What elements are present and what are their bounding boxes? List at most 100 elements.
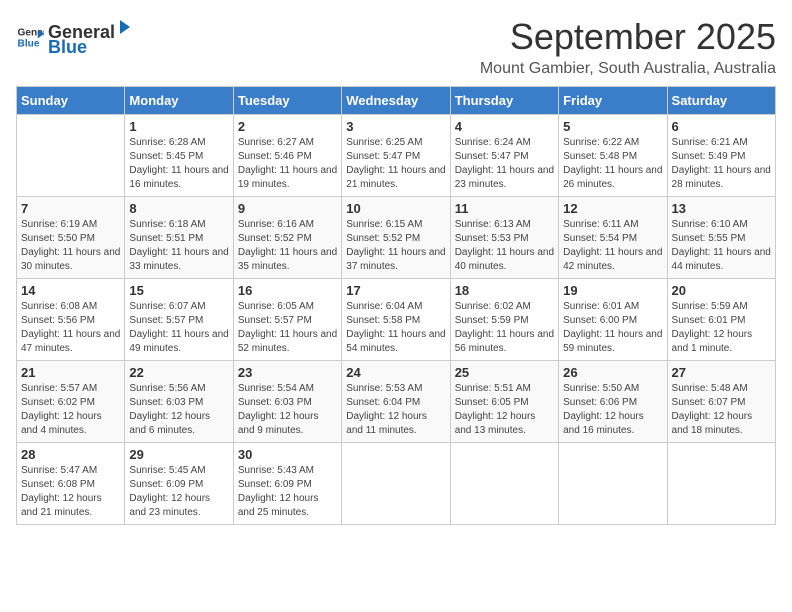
day-info: Sunrise: 5:43 AMSunset: 6:09 PMDaylight:… [238, 464, 337, 520]
day-info: Sunrise: 5:53 AMSunset: 6:04 PMDaylight:… [346, 382, 445, 438]
header-saturday: Saturday [667, 87, 775, 115]
calendar-cell [450, 443, 558, 525]
day-info: Sunrise: 6:25 AMSunset: 5:47 PMDaylight:… [346, 136, 445, 192]
calendar-cell: 2 Sunrise: 6:27 AMSunset: 5:46 PMDaylight… [233, 115, 341, 197]
calendar-cell: 7 Sunrise: 6:19 AMSunset: 5:50 PMDaylight… [17, 197, 125, 279]
day-number: 15 [129, 283, 228, 298]
svg-text:Blue: Blue [18, 38, 40, 49]
calendar-cell: 14Sunrise: 6:08 AMSunset: 5:56 PMDayligh… [17, 279, 125, 361]
calendar-cell: 9 Sunrise: 6:16 AMSunset: 5:52 PMDaylight… [233, 197, 341, 279]
day-info: Sunrise: 6:15 AMSunset: 5:52 PMDaylight:… [346, 218, 445, 274]
day-info: Sunrise: 6:07 AMSunset: 5:57 PMDaylight:… [129, 300, 228, 356]
day-number: 1 [129, 119, 228, 134]
calendar-cell: 11Sunrise: 6:13 AMSunset: 5:53 PMDayligh… [450, 197, 558, 279]
logo-arrow-icon [116, 16, 134, 38]
day-number: 13 [672, 201, 771, 216]
calendar-week-row: 1 Sunrise: 6:28 AMSunset: 5:45 PMDaylight… [17, 115, 776, 197]
day-number: 4 [455, 119, 554, 134]
day-info: Sunrise: 6:18 AMSunset: 5:51 PMDaylight:… [129, 218, 228, 274]
day-info: Sunrise: 5:57 AMSunset: 6:02 PMDaylight:… [21, 382, 120, 438]
header-sunday: Sunday [17, 87, 125, 115]
calendar-header-row: SundayMondayTuesdayWednesdayThursdayFrid… [17, 87, 776, 115]
calendar-cell: 30Sunrise: 5:43 AMSunset: 6:09 PMDayligh… [233, 443, 341, 525]
calendar-cell: 15 Sunrise: 6:07 AMSunset: 5:57 PMDayligh… [125, 279, 233, 361]
day-number: 26 [563, 365, 662, 380]
day-number: 17 [346, 283, 445, 298]
calendar-cell [667, 443, 775, 525]
day-number: 8 [129, 201, 228, 216]
day-info: Sunrise: 6:16 AMSunset: 5:52 PMDaylight:… [238, 218, 337, 274]
day-number: 19 [563, 283, 662, 298]
logo-svg: General Blue [16, 23, 44, 51]
calendar-week-row: 14Sunrise: 6:08 AMSunset: 5:56 PMDayligh… [17, 279, 776, 361]
calendar-cell: 25 Sunrise: 5:51 AMSunset: 6:05 PMDayligh… [450, 361, 558, 443]
day-number: 9 [238, 201, 337, 216]
day-info: Sunrise: 5:50 AMSunset: 6:06 PMDaylight:… [563, 382, 662, 438]
day-info: Sunrise: 5:51 AMSunset: 6:05 PMDaylight:… [455, 382, 554, 438]
calendar-cell: 21 Sunrise: 5:57 AMSunset: 6:02 PMDayligh… [17, 361, 125, 443]
calendar-cell: 20 Sunrise: 5:59 AMSunset: 6:01 PMDayligh… [667, 279, 775, 361]
calendar-cell: 19 Sunrise: 6:01 AMSunset: 6:00 PMDayligh… [559, 279, 667, 361]
day-info: Sunrise: 5:54 AMSunset: 6:03 PMDaylight:… [238, 382, 337, 438]
calendar-cell [17, 115, 125, 197]
calendar-cell [559, 443, 667, 525]
subtitle: Mount Gambier, South Australia, Australi… [480, 60, 776, 78]
calendar-cell: 4 Sunrise: 6:24 AMSunset: 5:47 PMDaylight… [450, 115, 558, 197]
day-info: Sunrise: 6:11 AMSunset: 5:54 PMDaylight:… [563, 218, 662, 274]
calendar-cell: 5 Sunrise: 6:22 AMSunset: 5:48 PMDaylight… [559, 115, 667, 197]
day-number: 21 [21, 365, 120, 380]
calendar-cell: 24 Sunrise: 5:53 AMSunset: 6:04 PMDayligh… [342, 361, 450, 443]
calendar-cell: 17Sunrise: 6:04 AMSunset: 5:58 PMDayligh… [342, 279, 450, 361]
calendar-cell: 1 Sunrise: 6:28 AMSunset: 5:45 PMDaylight… [125, 115, 233, 197]
calendar-week-row: 28Sunrise: 5:47 AMSunset: 6:08 PMDayligh… [17, 443, 776, 525]
day-number: 24 [346, 365, 445, 380]
title-block: September 2025 Mount Gambier, South Aust… [480, 16, 776, 78]
day-info: Sunrise: 6:22 AMSunset: 5:48 PMDaylight:… [563, 136, 662, 192]
day-number: 3 [346, 119, 445, 134]
calendar-cell: 16 Sunrise: 6:05 AMSunset: 5:57 PMDayligh… [233, 279, 341, 361]
header-monday: Monday [125, 87, 233, 115]
day-info: Sunrise: 6:05 AMSunset: 5:57 PMDaylight:… [238, 300, 337, 356]
day-number: 2 [238, 119, 337, 134]
day-number: 27 [672, 365, 771, 380]
day-info: Sunrise: 6:28 AMSunset: 5:45 PMDaylight:… [129, 136, 228, 192]
day-info: Sunrise: 5:45 AMSunset: 6:09 PMDaylight:… [129, 464, 228, 520]
day-number: 22 [129, 365, 228, 380]
calendar-cell: 8 Sunrise: 6:18 AMSunset: 5:51 PMDaylight… [125, 197, 233, 279]
day-info: Sunrise: 5:59 AMSunset: 6:01 PMDaylight:… [672, 300, 771, 356]
header-thursday: Thursday [450, 87, 558, 115]
day-info: Sunrise: 6:13 AMSunset: 5:53 PMDaylight:… [455, 218, 554, 274]
day-number: 23 [238, 365, 337, 380]
calendar-week-row: 21 Sunrise: 5:57 AMSunset: 6:02 PMDayligh… [17, 361, 776, 443]
calendar-cell: 29 Sunrise: 5:45 AMSunset: 6:09 PMDayligh… [125, 443, 233, 525]
day-info: Sunrise: 6:01 AMSunset: 6:00 PMDaylight:… [563, 300, 662, 356]
main-title: September 2025 [480, 16, 776, 58]
page-header: General Blue General Blue September 2025… [16, 16, 776, 78]
calendar-cell: 28Sunrise: 5:47 AMSunset: 6:08 PMDayligh… [17, 443, 125, 525]
day-info: Sunrise: 6:21 AMSunset: 5:49 PMDaylight:… [672, 136, 771, 192]
day-number: 7 [21, 201, 120, 216]
calendar-cell: 26 Sunrise: 5:50 AMSunset: 6:06 PMDayligh… [559, 361, 667, 443]
calendar-cell: 10Sunrise: 6:15 AMSunset: 5:52 PMDayligh… [342, 197, 450, 279]
day-number: 25 [455, 365, 554, 380]
day-number: 5 [563, 119, 662, 134]
day-info: Sunrise: 6:19 AMSunset: 5:50 PMDaylight:… [21, 218, 120, 274]
day-number: 12 [563, 201, 662, 216]
calendar-cell: 3 Sunrise: 6:25 AMSunset: 5:47 PMDaylight… [342, 115, 450, 197]
calendar-cell: 22Sunrise: 5:56 AMSunset: 6:03 PMDayligh… [125, 361, 233, 443]
header-tuesday: Tuesday [233, 87, 341, 115]
day-info: Sunrise: 6:10 AMSunset: 5:55 PMDaylight:… [672, 218, 771, 274]
calendar-cell: 6 Sunrise: 6:21 AMSunset: 5:49 PMDaylight… [667, 115, 775, 197]
day-number: 29 [129, 447, 228, 462]
day-number: 16 [238, 283, 337, 298]
day-number: 6 [672, 119, 771, 134]
calendar-cell: 13 Sunrise: 6:10 AMSunset: 5:55 PMDayligh… [667, 197, 775, 279]
day-info: Sunrise: 6:27 AMSunset: 5:46 PMDaylight:… [238, 136, 337, 192]
day-info: Sunrise: 6:24 AMSunset: 5:47 PMDaylight:… [455, 136, 554, 192]
day-number: 28 [21, 447, 120, 462]
calendar-table: SundayMondayTuesdayWednesdayThursdayFrid… [16, 86, 776, 525]
calendar-cell: 18Sunrise: 6:02 AMSunset: 5:59 PMDayligh… [450, 279, 558, 361]
day-number: 20 [672, 283, 771, 298]
header-wednesday: Wednesday [342, 87, 450, 115]
calendar-cell [342, 443, 450, 525]
